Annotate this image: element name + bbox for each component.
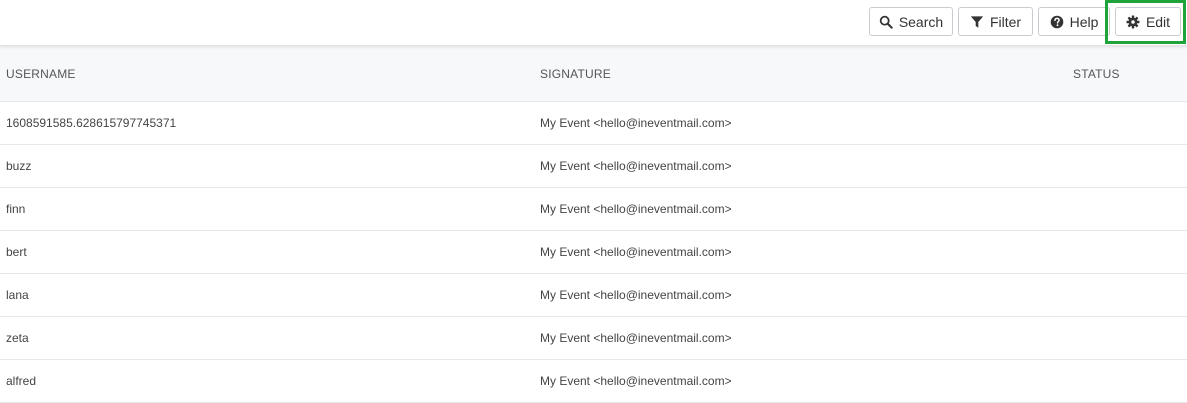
search-button[interactable]: Search (869, 7, 953, 36)
edit-button[interactable]: Edit (1115, 7, 1181, 36)
username-cell: alfred (6, 374, 37, 388)
table-row[interactable]: lana My Event <hello@ineventmail.com> (0, 274, 1187, 317)
filter-icon (970, 15, 984, 29)
search-icon (879, 15, 893, 29)
table-row[interactable]: bert My Event <hello@ineventmail.com> (0, 231, 1187, 274)
table-header: USERNAME SIGNATURE STATUS (0, 46, 1187, 102)
search-button-label: Search (898, 13, 944, 30)
username-cell: buzz (6, 159, 32, 173)
signature-cell: My Event <hello@ineventmail.com> (540, 331, 732, 345)
username-cell: 1608591585.628615797745371 (6, 116, 177, 130)
table-row[interactable]: buzz My Event <hello@ineventmail.com> (0, 145, 1187, 188)
table-row[interactable]: alfred My Event <hello@ineventmail.com> (0, 360, 1187, 403)
toolbar: Search Filter Help Edit (0, 0, 1187, 46)
question-circle-icon (1050, 15, 1064, 29)
help-button[interactable]: Help (1038, 7, 1110, 36)
signature-cell: My Event <hello@ineventmail.com> (540, 116, 732, 130)
gear-icon (1126, 15, 1140, 29)
column-header-status[interactable]: STATUS (1073, 46, 1120, 101)
table-row[interactable]: finn My Event <hello@ineventmail.com> (0, 188, 1187, 231)
signature-cell: My Event <hello@ineventmail.com> (540, 202, 732, 216)
signature-cell: My Event <hello@ineventmail.com> (540, 245, 732, 259)
username-cell: bert (6, 245, 27, 259)
username-cell: lana (6, 288, 29, 302)
filter-button-label: Filter (989, 13, 1022, 30)
signature-cell: My Event <hello@ineventmail.com> (540, 288, 732, 302)
table-row[interactable]: zeta My Event <hello@ineventmail.com> (0, 317, 1187, 360)
signature-cell: My Event <hello@ineventmail.com> (540, 374, 732, 388)
edit-button-label: Edit (1145, 13, 1171, 30)
table-row[interactable]: 1608591585.628615797745371 My Event <hel… (0, 102, 1187, 145)
username-cell: zeta (6, 331, 29, 345)
column-header-username[interactable]: USERNAME (6, 46, 76, 101)
username-cell: finn (6, 202, 26, 216)
signature-cell: My Event <hello@ineventmail.com> (540, 159, 732, 173)
column-header-signature[interactable]: SIGNATURE (540, 46, 611, 101)
table-body: 1608591585.628615797745371 My Event <hel… (0, 102, 1187, 403)
help-button-label: Help (1069, 13, 1099, 30)
filter-button[interactable]: Filter (958, 7, 1033, 36)
